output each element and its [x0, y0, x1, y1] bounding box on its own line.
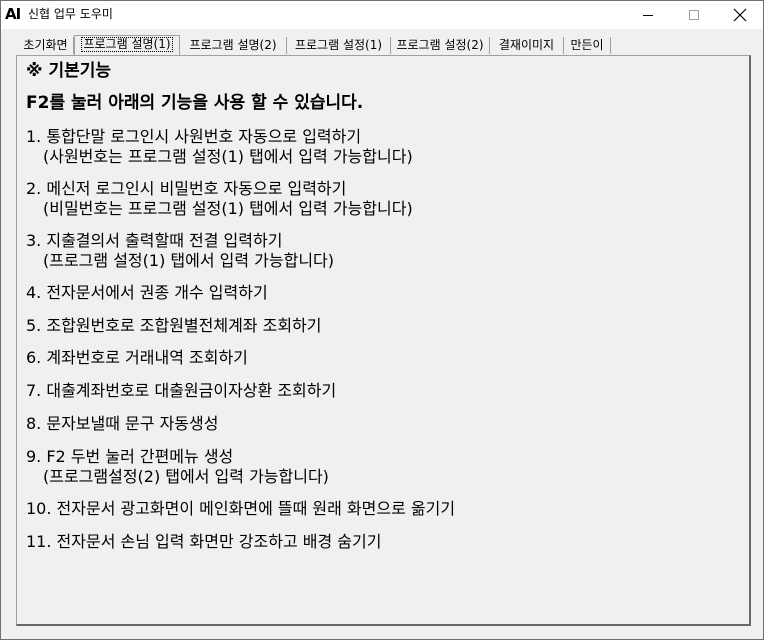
tab-program-description-1[interactable]: 프로그램 설명(1)	[74, 35, 180, 55]
feature-item: 2. 메신저 로그인시 비밀번호 자동으로 입력하기 (비밀번호는 프로그램 설…	[26, 179, 413, 219]
feature-note: (비밀번호는 프로그램 설정(1) 탭에서 입력 가능합니다)	[43, 199, 413, 218]
feature-item: 8. 문자보낼때 문구 자동생성	[26, 414, 218, 434]
feature-item: 7. 대출계좌번호로 대출원금이자상환 조회하기	[26, 381, 336, 401]
tab-program-settings-1[interactable]: 프로그램 설정(1)	[287, 37, 391, 54]
maximize-icon	[689, 10, 699, 20]
feature-note: (사원번호는 프로그램 설정(1) 탭에서 입력 가능합니다)	[43, 147, 413, 166]
intro-text: F2를 눌러 아래의 기능을 사용 할 수 있습니다.	[26, 93, 364, 113]
window-title: 신협 업무 도우미	[28, 7, 113, 21]
feature-item: 11. 전자문서 손님 입력 화면만 강조하고 배경 숨기기	[26, 532, 381, 552]
feature-text: 4. 전자문서에서 권종 개수 입력하기	[26, 283, 268, 302]
feature-text: 3. 지출결의서 출력할때 전결 입력하기	[26, 231, 283, 250]
feature-text: 8. 문자보낼때 문구 자동생성	[26, 414, 219, 433]
feature-item: 10. 전자문서 광고화면이 메인화면에 뜰때 원래 화면으로 옮기기	[26, 499, 455, 519]
title-bar[interactable]: AI 신협 업무 도우미	[1, 1, 763, 29]
feature-text: 10. 전자문서 광고화면이 메인화면에 뜰때 원래 화면으로 옮기기	[26, 499, 456, 518]
tab-program-settings-2[interactable]: 프로그램 설정(2)	[391, 37, 490, 54]
tab-label: 프로그램 설정(1)	[294, 38, 383, 52]
close-icon	[733, 8, 747, 22]
tab-label: 프로그램 설명(2)	[189, 38, 277, 52]
tab-label: 만든이	[570, 38, 604, 52]
feature-text: 7. 대출계좌번호로 대출원금이자상환 조회하기	[26, 381, 337, 400]
tab-label: 프로그램 설명(1)	[81, 37, 173, 52]
app-logo-icon: AI	[5, 5, 21, 23]
feature-note: (프로그램 설정(1) 탭에서 입력 가능합니다)	[43, 251, 335, 270]
tab-program-description-2[interactable]: 프로그램 설명(2)	[180, 37, 287, 54]
tab-creator[interactable]: 만든이	[564, 37, 611, 54]
feature-item: 4. 전자문서에서 권종 개수 입력하기	[26, 283, 268, 303]
minimize-button[interactable]	[625, 1, 671, 29]
feature-item: 6. 계좌번호로 거래내역 조회하기	[26, 348, 248, 368]
tab-home[interactable]: 초기화면	[18, 37, 74, 54]
feature-item: 3. 지출결의서 출력할때 전결 입력하기 (프로그램 설정(1) 탭에서 입력…	[26, 231, 334, 271]
feature-item: 1. 통합단말 로그인시 사원번호 자동으로 입력하기 (사원번호는 프로그램 …	[26, 127, 413, 167]
close-button[interactable]	[717, 1, 763, 29]
feature-text: 1. 통합단말 로그인시 사원번호 자동으로 입력하기	[26, 127, 362, 146]
feature-note: (프로그램설정(2) 탭에서 입력 가능합니다)	[43, 467, 329, 486]
feature-text: 9. F2 두번 눌러 간편메뉴 생성	[26, 447, 234, 466]
feature-text: 6. 계좌번호로 거래내역 조회하기	[26, 348, 248, 367]
feature-text: 5. 조합원번호로 조합원별전체계좌 조회하기	[26, 316, 322, 335]
section-heading: ※ 기본기능	[26, 61, 112, 81]
feature-item: 9. F2 두번 눌러 간편메뉴 생성 (프로그램설정(2) 탭에서 입력 가능…	[26, 447, 329, 487]
tab-approval-image[interactable]: 결재이미지	[490, 37, 564, 54]
minimize-icon	[643, 15, 653, 16]
maximize-button[interactable]	[671, 1, 717, 29]
tab-label: 초기화면	[23, 38, 68, 52]
feature-item: 5. 조합원번호로 조합원별전체계좌 조회하기	[26, 316, 321, 336]
feature-text: 11. 전자문서 손님 입력 화면만 강조하고 배경 숨기기	[26, 532, 382, 551]
feature-text: 2. 메신저 로그인시 비밀번호 자동으로 입력하기	[26, 179, 347, 198]
tab-label: 프로그램 설정(2)	[396, 38, 484, 52]
tab-label: 결재이미지	[498, 38, 555, 52]
app-window: AI 신협 업무 도우미 초기화면 프로그램 설명(1) 프로그램 설명(2) …	[0, 0, 764, 640]
